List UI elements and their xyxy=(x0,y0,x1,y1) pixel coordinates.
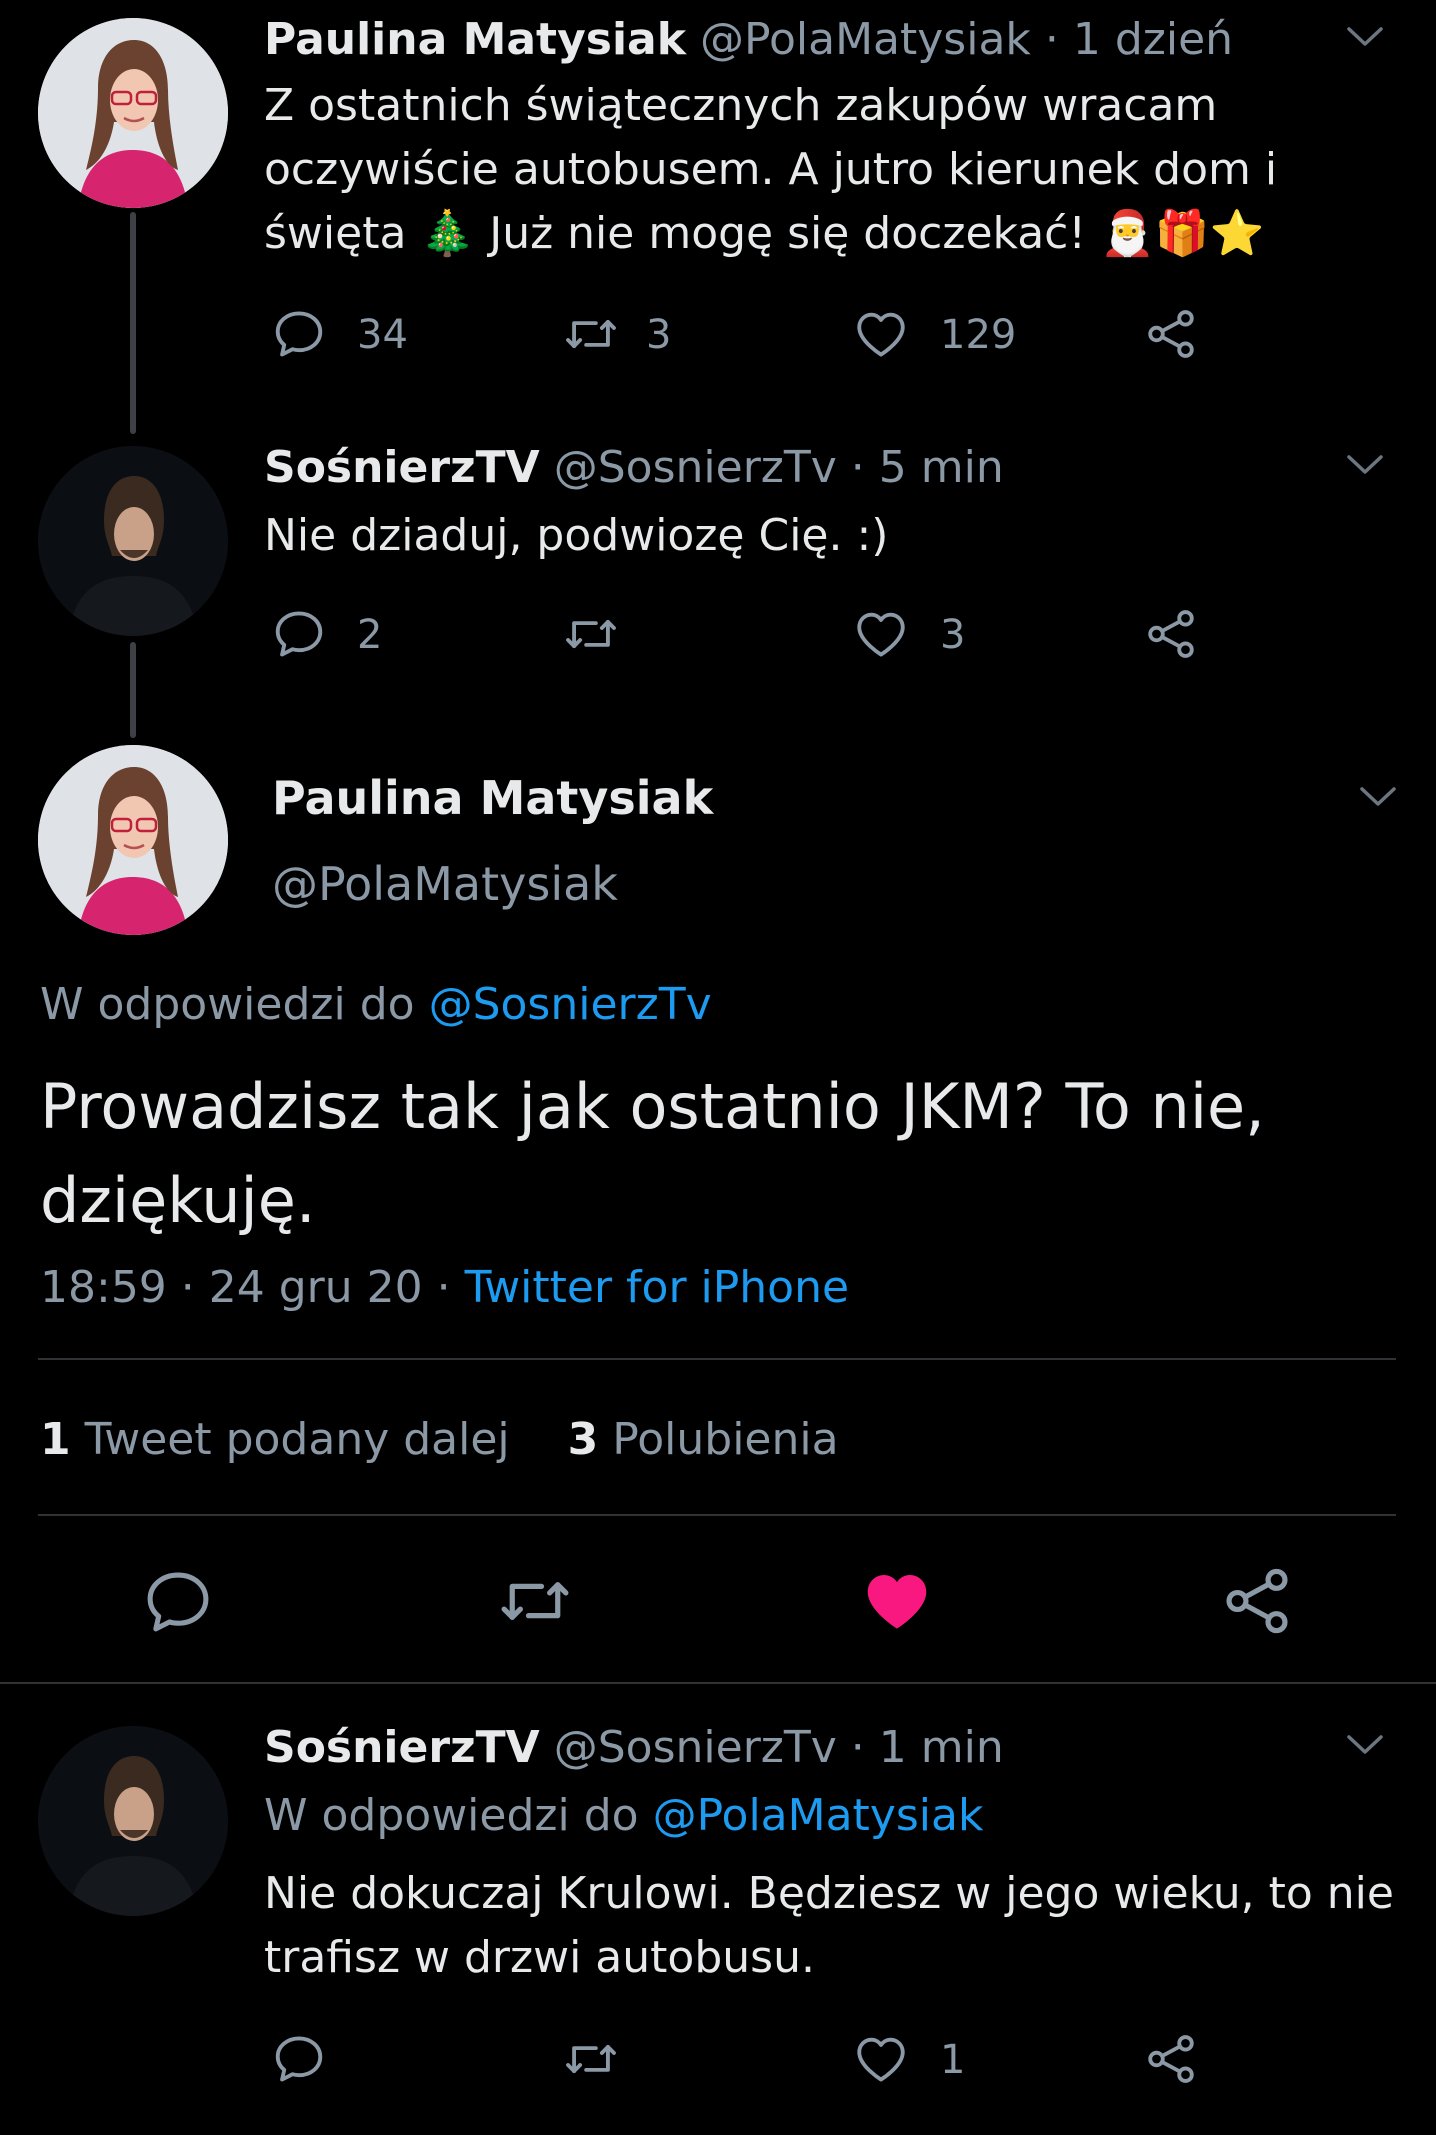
tweet-time: · 1 dzień xyxy=(1044,14,1234,65)
timestamp: 18:59 · 24 gru 20 · xyxy=(40,1262,451,1313)
tweet-time: · 1 min xyxy=(850,1722,1004,1773)
avatar-paulina[interactable] xyxy=(38,745,228,935)
share-icon[interactable] xyxy=(1142,2030,1200,2088)
reply-count: 2 xyxy=(357,612,383,658)
retweet-icon[interactable] xyxy=(560,305,622,363)
heart-filled-icon[interactable] xyxy=(858,1562,936,1640)
avatar-paulina[interactable] xyxy=(38,18,228,208)
reply-icon[interactable] xyxy=(270,305,328,363)
reply-context: W odpowiedzi do @SosnierzTv xyxy=(40,975,712,1035)
emoji-group: 🎅🎁⭐ xyxy=(1100,208,1265,259)
retweet-count: 3 xyxy=(646,312,672,358)
reply-context: W odpowiedzi do @PolaMatysiak xyxy=(264,1784,983,1848)
chevron-down-icon[interactable] xyxy=(1345,24,1385,50)
author-handle[interactable]: @SosnierzTv xyxy=(554,1722,837,1773)
divider xyxy=(38,1358,1396,1360)
author-handle[interactable]: @PolaMatysiak xyxy=(272,854,618,914)
avatar-sosnierz[interactable] xyxy=(38,446,228,636)
reply-prefix: W odpowiedzi do xyxy=(40,979,415,1030)
author-handle[interactable]: @PolaMatysiak xyxy=(700,14,1031,65)
chevron-down-icon[interactable] xyxy=(1345,452,1385,478)
thread-line xyxy=(130,212,136,434)
text-segment: święta xyxy=(264,208,407,259)
author-name[interactable]: SośnierzTV xyxy=(264,442,540,493)
text-segment: Już nie mogę się doczekać! xyxy=(489,208,1087,259)
tweet-text-line: Prowadzisz tak jak ostatnio JKM? To nie, xyxy=(40,1070,1265,1143)
reply-to-link[interactable]: @SosnierzTv xyxy=(429,979,712,1030)
tweet-text-line: święta 🎄 Już nie mogę się doczekać! 🎅🎁⭐ xyxy=(264,202,1277,266)
tweet-text-line: Nie dokuczaj Krulowi. Będziesz w jego wi… xyxy=(264,1868,1394,1919)
reply-icon[interactable] xyxy=(270,605,328,663)
retweet-stat[interactable]: 1 Tweet podany dalej xyxy=(40,1414,524,1465)
chevron-down-icon[interactable] xyxy=(1358,784,1398,810)
divider xyxy=(38,1514,1396,1516)
tweet-text: Nie dokuczaj Krulowi. Będziesz w jego wi… xyxy=(264,1862,1394,1990)
author-name[interactable]: Paulina Matysiak xyxy=(272,768,713,828)
tweet-text: Nie dziaduj, podwiozę Cię. :) xyxy=(264,510,889,561)
divider xyxy=(0,1682,1436,1684)
engagement-stats: 1 Tweet podany dalej 3 Polubienia xyxy=(40,1410,839,1470)
tweet-text: Z ostatnich świątecznych zakupów wracam … xyxy=(264,74,1277,266)
chevron-down-icon[interactable] xyxy=(1345,1732,1385,1758)
retweet-icon[interactable] xyxy=(494,1562,576,1640)
heart-icon[interactable] xyxy=(852,305,910,363)
author-handle[interactable]: @SosnierzTv xyxy=(554,442,837,493)
heart-icon[interactable] xyxy=(852,2030,910,2088)
like-stat[interactable]: 3 Polubienia xyxy=(568,1414,839,1465)
thread-line xyxy=(130,642,136,738)
reply-count: 34 xyxy=(357,312,408,358)
tweet-time: · 5 min xyxy=(850,442,1004,493)
retweet-stat-label: Tweet podany dalej xyxy=(84,1414,510,1465)
reply-to-link[interactable]: @PolaMatysiak xyxy=(653,1790,984,1841)
reply-icon[interactable] xyxy=(140,1564,216,1640)
tweet-text-line: oczywiście autobusem. A jutro kierunek d… xyxy=(264,144,1278,195)
tweet-text-line: dziękuję. xyxy=(40,1164,316,1237)
source-link[interactable]: Twitter for iPhone xyxy=(465,1262,849,1313)
author-name[interactable]: Paulina Matysiak xyxy=(264,14,686,65)
reply-icon[interactable] xyxy=(270,2030,328,2088)
author-name[interactable]: SośnierzTV xyxy=(264,1722,540,1773)
tweet-text-line: Z ostatnich świątecznych zakupów wracam xyxy=(264,80,1218,131)
share-icon[interactable] xyxy=(1218,1562,1296,1640)
tweet-meta: 18:59 · 24 gru 20 · Twitter for iPhone xyxy=(40,1258,849,1318)
reply-prefix: W odpowiedzi do xyxy=(264,1790,639,1841)
share-icon[interactable] xyxy=(1142,605,1200,663)
tweet-text-line: trafisz w drzwi autobusu. xyxy=(264,1932,815,1983)
like-count: 1 xyxy=(940,2037,966,2083)
tweet-text: Prowadzisz tak jak ostatnio JKM? To nie,… xyxy=(40,1060,1265,1248)
like-count: 3 xyxy=(940,612,966,658)
share-icon[interactable] xyxy=(1142,305,1200,363)
christmas-tree-emoji: 🎄 xyxy=(420,208,476,259)
retweet-icon[interactable] xyxy=(560,605,622,663)
like-stat-label: Polubienia xyxy=(612,1414,839,1465)
like-count: 129 xyxy=(940,312,1017,358)
like-stat-count: 3 xyxy=(567,1414,599,1465)
heart-icon[interactable] xyxy=(852,605,910,663)
avatar-sosnierz[interactable] xyxy=(38,1726,228,1916)
retweet-stat-count: 1 xyxy=(40,1414,71,1465)
retweet-icon[interactable] xyxy=(560,2030,622,2088)
